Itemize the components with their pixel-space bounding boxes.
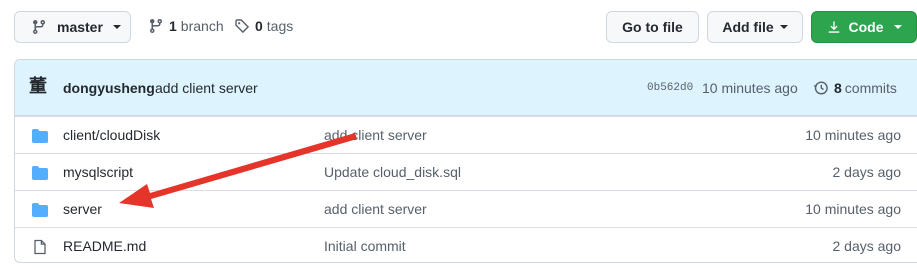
commit-count: 8 (834, 80, 842, 96)
go-to-file-label: Go to file (622, 19, 683, 35)
file-browser: 董 dongyusheng add client server 0b562d0 … (14, 59, 917, 263)
folder-icon (32, 129, 48, 143)
add-file-label: Add file (722, 19, 774, 35)
branches-link[interactable]: 1 branch (148, 18, 224, 34)
file-row[interactable]: mysqlscript Update cloud_disk.sql 2 days… (15, 153, 917, 190)
branch-word: branch (180, 18, 224, 34)
latest-commit-bar: 董 dongyusheng add client server 0b562d0 … (15, 60, 917, 116)
file-name-link[interactable]: mysqlscript (63, 164, 133, 180)
tag-icon (235, 19, 250, 34)
folder-icon (32, 166, 48, 180)
commit-time: 10 minutes ago (702, 80, 798, 96)
file-commit-time: 10 minutes ago (805, 127, 901, 143)
file-row[interactable]: server add client server 10 minutes ago (15, 190, 917, 227)
commits-link[interactable]: 8 commits (813, 80, 897, 96)
branch-count: 1 (169, 18, 177, 34)
file-commit-message-link[interactable]: Initial commit (324, 238, 406, 254)
chevron-down-icon (112, 25, 121, 29)
git-branch-icon (150, 18, 162, 34)
branch-select-button[interactable]: master (14, 11, 131, 43)
file-commit-time: 2 days ago (832, 164, 902, 180)
commit-count-word: commits (844, 80, 897, 96)
commit-message-link[interactable]: add client server (155, 80, 258, 96)
tag-word: tags (266, 18, 294, 34)
file-commit-time: 10 minutes ago (805, 201, 901, 217)
go-to-file-button[interactable]: Go to file (606, 11, 699, 43)
repo-toolbar: master 1 branch 0 tags Go to file Add fi… (0, 0, 917, 60)
file-name-link[interactable]: README.md (63, 238, 146, 254)
chevron-down-icon (893, 25, 902, 29)
file-name-link[interactable]: server (63, 201, 102, 217)
tag-count: 0 (255, 18, 263, 34)
file-commit-message-link[interactable]: add client server (324, 127, 427, 143)
file-row[interactable]: README.md Initial commit 2 days ago (15, 227, 917, 262)
file-icon (34, 239, 46, 255)
file-row[interactable]: client/cloudDisk add client server 10 mi… (15, 116, 917, 153)
branch-name: master (57, 19, 103, 35)
tags-link[interactable]: 0 tags (234, 18, 293, 34)
git-branch-icon (33, 19, 45, 35)
code-button[interactable]: Code (811, 11, 917, 43)
commit-author-link[interactable]: dongyusheng (63, 80, 155, 96)
add-file-button[interactable]: Add file (707, 11, 803, 43)
file-commit-message-link[interactable]: Update cloud_disk.sql (324, 164, 461, 180)
code-label: Code (848, 19, 884, 35)
commit-sha-link[interactable]: 0b562d0 (647, 82, 693, 94)
history-icon (813, 81, 828, 95)
chevron-down-icon (779, 25, 788, 29)
file-commit-message-link[interactable]: add client server (324, 201, 427, 217)
avatar[interactable]: 董 (29, 77, 49, 97)
file-commit-time: 2 days ago (832, 238, 902, 254)
file-name-link[interactable]: client/cloudDisk (63, 127, 160, 143)
folder-icon (32, 203, 48, 217)
download-icon (828, 21, 839, 33)
